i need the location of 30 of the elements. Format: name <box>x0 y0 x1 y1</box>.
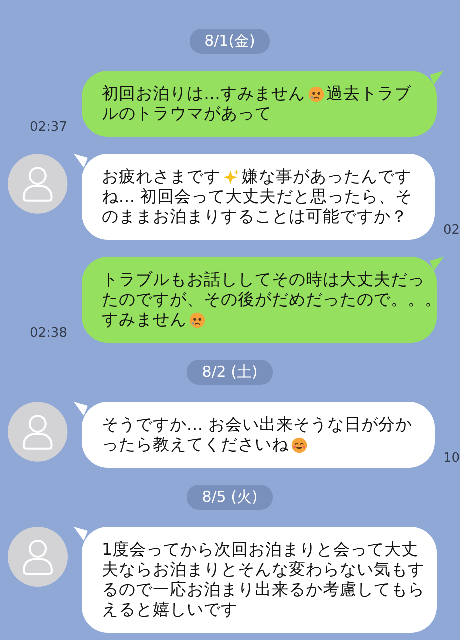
avatar-icon <box>8 527 68 587</box>
tearful-face-icon <box>308 86 324 102</box>
message-text: たのですが、その後がだめだったので。。。 <box>102 290 442 310</box>
message-text: 嫌な事があったんです <box>242 167 412 187</box>
date-label: 8/5 (火) <box>187 485 273 510</box>
date-label: 8/2 (土) <box>187 360 273 385</box>
message-text: ったら教えてくださいね <box>102 435 289 455</box>
message-text: ね… 初回会って大丈夫だと思ったら、そ <box>102 187 412 207</box>
tearful-face-icon <box>189 312 206 328</box>
avatar-icon <box>8 402 68 462</box>
message-time: 02 <box>443 223 460 238</box>
message-text: すみません <box>102 310 187 330</box>
avatar-icon <box>8 154 68 214</box>
message-time: 02:37 <box>30 120 68 135</box>
message-text: るので一応お泊まり出来るか考慮してもら <box>102 580 425 600</box>
message-text: お疲れさまです <box>102 167 221 187</box>
message-time: 10 <box>443 451 460 466</box>
message-text: ルのトラウマがあって <box>102 104 272 124</box>
message-text: のままお泊まりすることは可能ですか？ <box>102 207 408 227</box>
message-text: 過去トラブ <box>326 84 412 104</box>
sparkle-icon <box>222 168 240 186</box>
message-text: えると嬉しいです <box>102 600 238 620</box>
message-text: 1度会ってから次回お泊まりと会って大丈 <box>102 540 418 560</box>
message-text: トラブルもお話ししてその時は大丈夫だっ <box>102 270 425 290</box>
message-text: 夫ならお泊まりとそんな変わらない気もす <box>102 560 425 580</box>
message-text: そうですか… お会い出来そうな日が分か <box>102 415 412 435</box>
date-label: 8/1(金) <box>190 29 270 54</box>
smiling-face-icon <box>290 436 308 454</box>
message-time: 02:38 <box>30 326 68 341</box>
message-text: 初回お泊りは…すみません <box>102 84 306 104</box>
